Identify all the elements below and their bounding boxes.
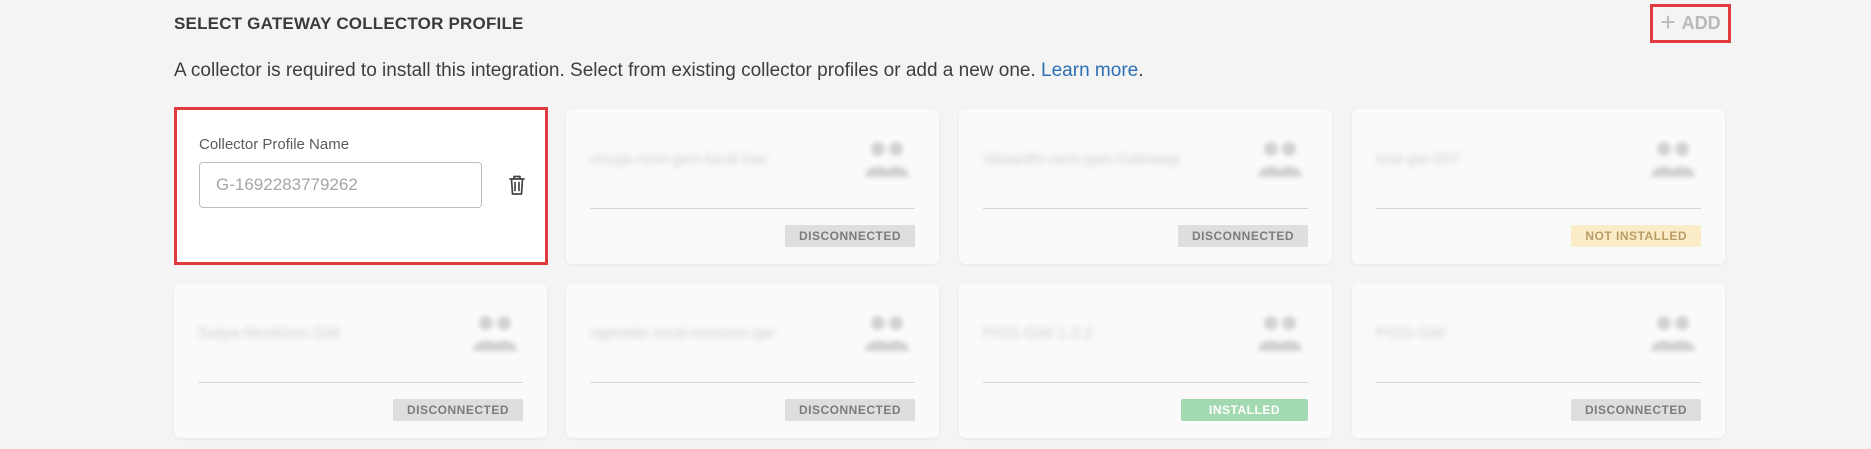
profile-card[interactable]: Satya-NextGen-GW DISCONNECTED xyxy=(174,283,547,438)
status-badge: DISCONNECTED xyxy=(784,225,915,247)
users-icon xyxy=(1651,142,1695,177)
profile-card[interactable]: rajendar-local-nextzen-gw DISCONNECTED xyxy=(566,283,939,438)
plus-icon: + xyxy=(1660,7,1676,37)
section-title: SELECT GATEWAY COLLECTOR PROFILE xyxy=(174,14,524,33)
status-badge: INSTALLED xyxy=(1181,399,1308,421)
status-badge: DISCONNECTED xyxy=(392,399,523,421)
users-icon xyxy=(1258,142,1302,177)
profile-name: Vasanthi-next-gen-Gateway xyxy=(983,151,1181,168)
learn-more-link[interactable]: Learn more xyxy=(1041,60,1138,81)
profile-card[interactable]: Vasanthi-next-gen-Gateway DISCONNECTED xyxy=(959,109,1332,264)
description: A collector is required to install this … xyxy=(174,60,1144,82)
profile-name: PISS-GW xyxy=(1376,325,1446,342)
add-collector-button[interactable]: + ADD xyxy=(1650,4,1731,43)
users-icon xyxy=(473,316,517,351)
profile-name: rajendar-local-nextzen-gw xyxy=(590,325,775,342)
profile-card[interactable]: vinuja-next-gen-local-low DISCONNECTED xyxy=(566,109,939,264)
divider xyxy=(983,382,1308,383)
profile-name: vinuja-next-gen-local-low xyxy=(590,151,767,168)
new-profile-card: Collector Profile Name xyxy=(174,107,548,265)
profile-name-input[interactable] xyxy=(199,162,482,208)
status-badge: DISCONNECTED xyxy=(784,399,915,421)
trash-icon[interactable] xyxy=(507,174,527,196)
profile-card[interactable]: test-gw-207 NOT INSTALLED xyxy=(1352,109,1725,264)
divider xyxy=(198,382,523,383)
divider xyxy=(590,208,915,209)
add-label: ADD xyxy=(1681,13,1721,33)
divider xyxy=(590,382,915,383)
profile-name: PISS-GW-1.2.2 xyxy=(983,325,1093,342)
profile-card[interactable]: PISS-GW-1.2.2 INSTALLED xyxy=(959,283,1332,438)
divider xyxy=(1376,208,1701,209)
status-badge: DISCONNECTED xyxy=(1570,399,1701,421)
profile-name-label: Collector Profile Name xyxy=(199,136,350,153)
users-icon xyxy=(865,142,909,177)
description-text: A collector is required to install this … xyxy=(174,60,1042,81)
users-icon xyxy=(865,316,909,351)
divider xyxy=(983,208,1308,209)
profile-name: test-gw-207 xyxy=(1376,151,1460,168)
status-badge: NOT INSTALLED xyxy=(1571,225,1701,247)
users-icon xyxy=(1258,316,1302,351)
profile-card[interactable]: PISS-GW DISCONNECTED xyxy=(1352,283,1725,438)
profile-name: Satya-NextGen-GW xyxy=(198,325,341,342)
description-suffix: . xyxy=(1138,60,1144,81)
divider xyxy=(1376,382,1701,383)
status-badge: DISCONNECTED xyxy=(1177,225,1308,247)
users-icon xyxy=(1651,316,1695,351)
